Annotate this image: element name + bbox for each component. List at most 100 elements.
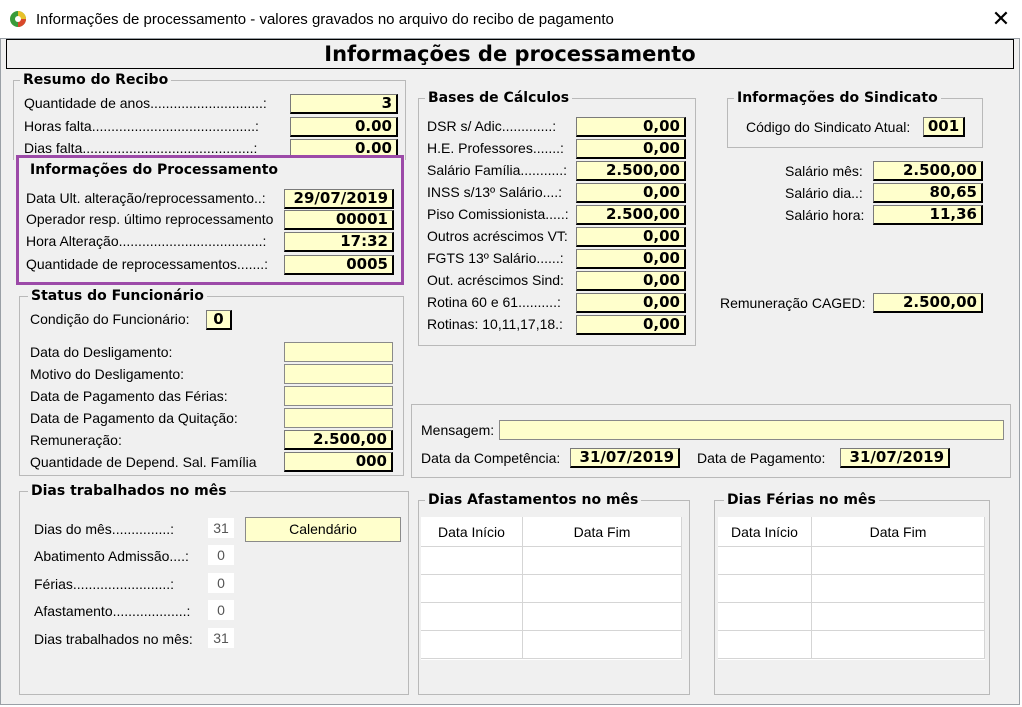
sindicato-salario-dia-field: 80,65 bbox=[873, 183, 983, 203]
ferias-title: Dias Férias no mês bbox=[724, 492, 879, 508]
window-title: Informações de processamento - valores g… bbox=[36, 11, 614, 28]
bases-outros-vt-field: 0,00 bbox=[576, 227, 686, 247]
status-label-motivo: Motivo do Desligamento: bbox=[30, 366, 185, 382]
ferias-table[interactable]: Data Início Data Fim bbox=[718, 517, 985, 660]
dias-ferias-value: 0 bbox=[208, 573, 234, 593]
bases-label-he: H.E. Professores.......: bbox=[427, 140, 564, 156]
page-header: Informações de processamento bbox=[6, 39, 1014, 69]
pagamento-label: Data de Pagamento: bbox=[697, 450, 826, 466]
status-desligamento-field bbox=[284, 342, 393, 362]
table-row[interactable] bbox=[718, 603, 985, 631]
table-row[interactable] bbox=[421, 603, 682, 631]
dias-abatimento-value: 0 bbox=[208, 545, 234, 565]
afastamentos-title: Dias Afastamentos no mês bbox=[425, 492, 642, 508]
ferias-col-fim[interactable]: Data Fim bbox=[812, 517, 985, 547]
resumo-label-dias: Dias falta..............................… bbox=[24, 140, 258, 156]
sindicato-salario-mes-label: Salário mês: bbox=[785, 163, 863, 179]
table-cell[interactable] bbox=[812, 547, 985, 575]
table-cell[interactable] bbox=[812, 603, 985, 631]
status-pagamento-ferias-field bbox=[284, 386, 393, 406]
dias-label-mes: Dias do mês...............: bbox=[34, 521, 175, 537]
dias-label-abatimento: Abatimento Admissão....: bbox=[34, 548, 189, 564]
afastamentos-col-inicio[interactable]: Data Início bbox=[421, 517, 523, 547]
afastamentos-col-fim[interactable]: Data Fim bbox=[523, 517, 682, 547]
status-condicao-label: Condição do Funcionário: bbox=[30, 311, 190, 327]
status-label-dependentes: Quantidade de Depend. Sal. Família bbox=[30, 454, 257, 470]
proc-label-operador: Operador resp. último reprocessamento bbox=[26, 211, 274, 227]
table-row[interactable] bbox=[718, 575, 985, 603]
status-title: Status do Funcionário bbox=[28, 288, 207, 304]
afastamentos-table[interactable]: Data Início Data Fim bbox=[421, 517, 682, 660]
table-cell[interactable] bbox=[421, 631, 523, 659]
ferias-col-inicio[interactable]: Data Início bbox=[718, 517, 812, 547]
bases-rotinas-field: 0,00 bbox=[576, 315, 686, 335]
app-icon bbox=[10, 11, 26, 27]
resumo-label-anos: Quantidade de anos......................… bbox=[24, 95, 267, 111]
sindicato-codigo-field: 001 bbox=[923, 117, 965, 137]
table-row[interactable] bbox=[718, 547, 985, 575]
resumo-title: Resumo do Recibo bbox=[20, 72, 172, 88]
proc-label-quantidade: Quantidade de reprocessamentos.......: bbox=[26, 256, 269, 272]
dias-mes-value: 31 bbox=[208, 518, 234, 538]
table-cell[interactable] bbox=[718, 575, 812, 603]
bases-label-fgts: FGTS 13º Salário......: bbox=[427, 250, 564, 266]
sindicato-salario-hora-label: Salário hora: bbox=[785, 207, 865, 223]
status-label-pagamento-quitacao: Data de Pagamento da Quitação: bbox=[30, 410, 238, 426]
status-label-desligamento: Data do Desligamento: bbox=[30, 344, 173, 360]
table-cell[interactable] bbox=[421, 603, 523, 631]
proc-quantidade-field: 0005 bbox=[284, 255, 394, 275]
dias-trabalhados-value: 31 bbox=[208, 628, 234, 648]
bases-label-rotinas: Rotinas: 10,11,17,18.: bbox=[427, 316, 563, 332]
table-cell[interactable] bbox=[421, 575, 523, 603]
bases-label-piso: Piso Comissionista.....: bbox=[427, 206, 569, 222]
dias-label-ferias: Férias.........................: bbox=[34, 576, 175, 592]
bases-label-salario-familia: Salário Família...........: bbox=[427, 162, 568, 178]
table-row[interactable] bbox=[718, 631, 985, 659]
competencia-label: Data da Competência: bbox=[421, 450, 561, 466]
table-row[interactable] bbox=[421, 547, 682, 575]
table-cell[interactable] bbox=[718, 547, 812, 575]
dias-label-trabalhados: Dias trabalhados no mês: bbox=[34, 631, 193, 647]
status-dependentes-field: 000 bbox=[284, 452, 393, 472]
proc-data-field: 29/07/2019 bbox=[284, 189, 394, 209]
table-cell[interactable] bbox=[421, 547, 523, 575]
close-button[interactable]: ✕ bbox=[984, 4, 1018, 34]
bases-title: Bases de Cálculos bbox=[425, 90, 573, 106]
sindicato-title: Informações do Sindicato bbox=[734, 90, 941, 106]
caged-field: 2.500,00 bbox=[873, 293, 983, 313]
table-cell[interactable] bbox=[523, 631, 682, 659]
table-cell[interactable] bbox=[523, 603, 682, 631]
status-pagamento-quitacao-field bbox=[284, 408, 393, 428]
bases-fgts-field: 0,00 bbox=[576, 249, 686, 269]
sindicato-salario-hora-field: 11,36 bbox=[873, 205, 983, 225]
table-cell[interactable] bbox=[812, 575, 985, 603]
bases-label-dsr: DSR s/ Adic.............: bbox=[427, 118, 557, 134]
status-remuneracao-field: 2.500,00 bbox=[284, 430, 393, 450]
bases-label-out-sind: Out. acréscimos Sind: bbox=[427, 272, 564, 288]
bases-out-sind-field: 0,00 bbox=[576, 271, 686, 291]
status-label-pagamento-ferias: Data de Pagamento das Férias: bbox=[30, 388, 228, 404]
proc-label-data: Data Ult. alteração/reprocessamento..: bbox=[26, 190, 266, 206]
table-cell[interactable] bbox=[523, 575, 682, 603]
proc-operador-field: 00001 bbox=[284, 210, 394, 230]
table-cell[interactable] bbox=[718, 603, 812, 631]
bases-piso-field: 2.500,00 bbox=[576, 205, 686, 225]
bases-rotina-60-field: 0,00 bbox=[576, 293, 686, 313]
resumo-horas-field: 0.00 bbox=[290, 117, 398, 137]
table-cell[interactable] bbox=[812, 631, 985, 659]
calendario-button[interactable]: Calendário bbox=[245, 517, 401, 542]
table-row[interactable] bbox=[421, 575, 682, 603]
bases-dsr-field: 0,00 bbox=[576, 117, 686, 137]
sindicato-codigo-label: Código do Sindicato Atual: bbox=[746, 119, 911, 135]
bases-salario-familia-field: 2.500,00 bbox=[576, 161, 686, 181]
mensagem-field[interactable] bbox=[499, 420, 1004, 440]
resumo-label-horas: Horas falta.............................… bbox=[24, 118, 259, 134]
bases-label-rotina-60: Rotina 60 e 61..........: bbox=[427, 294, 561, 310]
status-condicao-field: 0 bbox=[206, 310, 232, 330]
bases-label-inss: INSS s/13º Salário....: bbox=[427, 184, 563, 200]
table-row[interactable] bbox=[421, 631, 682, 659]
title-bar: Informações de processamento - valores g… bbox=[0, 0, 1022, 38]
table-cell[interactable] bbox=[523, 547, 682, 575]
table-cell[interactable] bbox=[718, 631, 812, 659]
bases-he-field: 0,00 bbox=[576, 139, 686, 159]
